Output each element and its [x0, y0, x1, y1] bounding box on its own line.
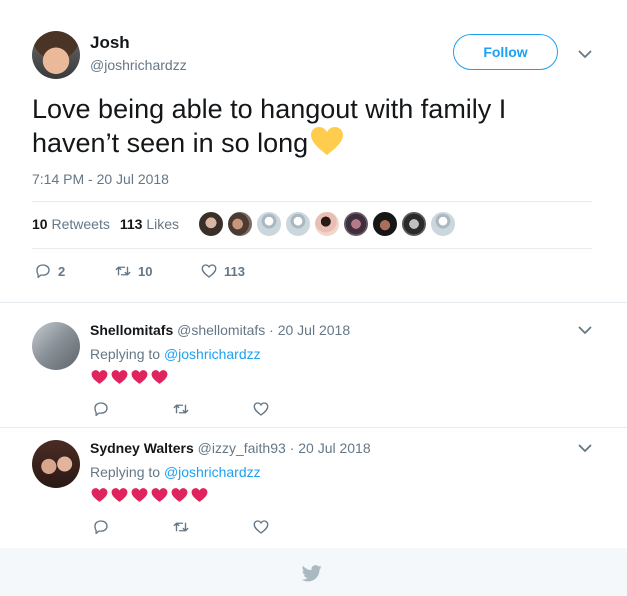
reply-author-handle[interactable]: @shellomitafs	[177, 322, 265, 338]
reply-count: 2	[58, 263, 66, 279]
retweets-stat[interactable]: 10 Retweets	[32, 216, 110, 232]
heart-outline-icon	[253, 520, 269, 534]
reply-hearts	[90, 485, 209, 503]
reply-more-chevron-down-icon[interactable]	[577, 440, 593, 456]
retweets-count: 10	[32, 216, 48, 232]
replying-to-link[interactable]: @joshrichardzz	[164, 464, 261, 480]
replying-prefix: Replying to	[90, 346, 161, 362]
reply-author-handle[interactable]: @izzy_faith93	[198, 440, 286, 456]
tweet-text: Love being able to hangout with family I…	[32, 92, 592, 160]
reply-date[interactable]: · 20 Jul 2018	[269, 322, 350, 338]
retweet-icon	[115, 266, 131, 276]
red-heart-emoji-icon	[151, 370, 168, 384]
retweet-count: 10	[138, 263, 153, 279]
red-heart-emoji-icon	[111, 488, 128, 502]
reply-more-chevron-down-icon[interactable]	[577, 322, 593, 338]
reply-icon	[94, 520, 108, 535]
yellow-heart-emoji-icon	[310, 126, 344, 156]
retweet-button[interactable]	[172, 400, 252, 418]
reply-icon	[94, 402, 108, 417]
reply-actions	[92, 518, 276, 536]
reply-date[interactable]: · 20 Jul 2018	[290, 440, 371, 456]
red-heart-emoji-icon	[91, 370, 108, 384]
heart-outline-icon	[253, 402, 269, 416]
divider	[0, 427, 627, 428]
replying-to: Replying to @joshrichardzz	[90, 346, 261, 362]
tweet-actions: 2 10 113	[34, 262, 245, 280]
retweet-button[interactable]	[172, 518, 252, 536]
twitter-bird-icon	[301, 565, 322, 582]
divider	[32, 201, 592, 202]
follow-button[interactable]: Follow	[453, 34, 558, 70]
retweet-icon	[173, 404, 189, 414]
tweet-timestamp[interactable]: 7:14 PM - 20 Jul 2018	[32, 171, 169, 187]
like-button[interactable]	[252, 518, 276, 536]
author-name[interactable]: Josh	[90, 33, 130, 53]
red-heart-emoji-icon	[171, 488, 188, 502]
red-heart-emoji-icon	[191, 488, 208, 502]
like-button[interactable]: 113	[200, 262, 245, 280]
liker-avatar[interactable]	[430, 211, 456, 237]
liker-avatar[interactable]	[198, 211, 224, 237]
reply-author-name[interactable]: Shellomitafs	[90, 322, 173, 338]
liker-avatar[interactable]	[256, 211, 282, 237]
red-heart-emoji-icon	[131, 370, 148, 384]
reply-button[interactable]	[92, 400, 172, 418]
tweet-body: Love being able to hangout with family I…	[32, 94, 507, 158]
replying-prefix: Replying to	[90, 464, 161, 480]
reply-button[interactable]: 2	[34, 262, 114, 280]
red-heart-emoji-icon	[151, 488, 168, 502]
red-heart-emoji-icon	[131, 488, 148, 502]
heart-outline-icon	[201, 264, 217, 278]
retweets-label: Retweets	[51, 216, 110, 232]
divider	[0, 302, 627, 303]
like-count: 113	[224, 263, 245, 279]
reply-header: Sydney Walters @izzy_faith93 · 20 Jul 20…	[90, 440, 371, 456]
reply-author-name[interactable]: Sydney Walters	[90, 440, 194, 456]
replying-to-link[interactable]: @joshrichardzz	[164, 346, 261, 362]
red-heart-emoji-icon	[91, 488, 108, 502]
author-avatar[interactable]	[32, 31, 80, 79]
divider	[32, 248, 592, 249]
liker-avatars	[198, 211, 459, 237]
like-button[interactable]	[252, 400, 276, 418]
reply-hearts	[90, 367, 169, 385]
retweet-button[interactable]: 10	[114, 262, 200, 280]
reply-button[interactable]	[92, 518, 172, 536]
reply-avatar[interactable]	[32, 322, 80, 370]
tweet-stats: 10 Retweets 113 Likes	[32, 216, 179, 232]
reply-avatar[interactable]	[32, 440, 80, 488]
replying-to: Replying to @joshrichardzz	[90, 464, 261, 480]
liker-avatar[interactable]	[285, 211, 311, 237]
author-handle[interactable]: @joshrichardzz	[90, 57, 187, 73]
more-options-chevron-down-icon[interactable]	[577, 46, 593, 62]
liker-avatar[interactable]	[227, 211, 253, 237]
reply-header: Shellomitafs @shellomitafs · 20 Jul 2018	[90, 322, 350, 338]
reply-icon	[36, 264, 50, 279]
reply-actions	[92, 400, 276, 418]
likes-label: Likes	[146, 216, 179, 232]
liker-avatar[interactable]	[314, 211, 340, 237]
likes-count: 113	[119, 216, 143, 232]
liker-avatar[interactable]	[372, 211, 398, 237]
liker-avatar[interactable]	[401, 211, 427, 237]
liker-avatar[interactable]	[343, 211, 369, 237]
red-heart-emoji-icon	[111, 370, 128, 384]
retweet-icon	[173, 522, 189, 532]
likes-stat[interactable]: 113 Likes	[120, 216, 179, 232]
